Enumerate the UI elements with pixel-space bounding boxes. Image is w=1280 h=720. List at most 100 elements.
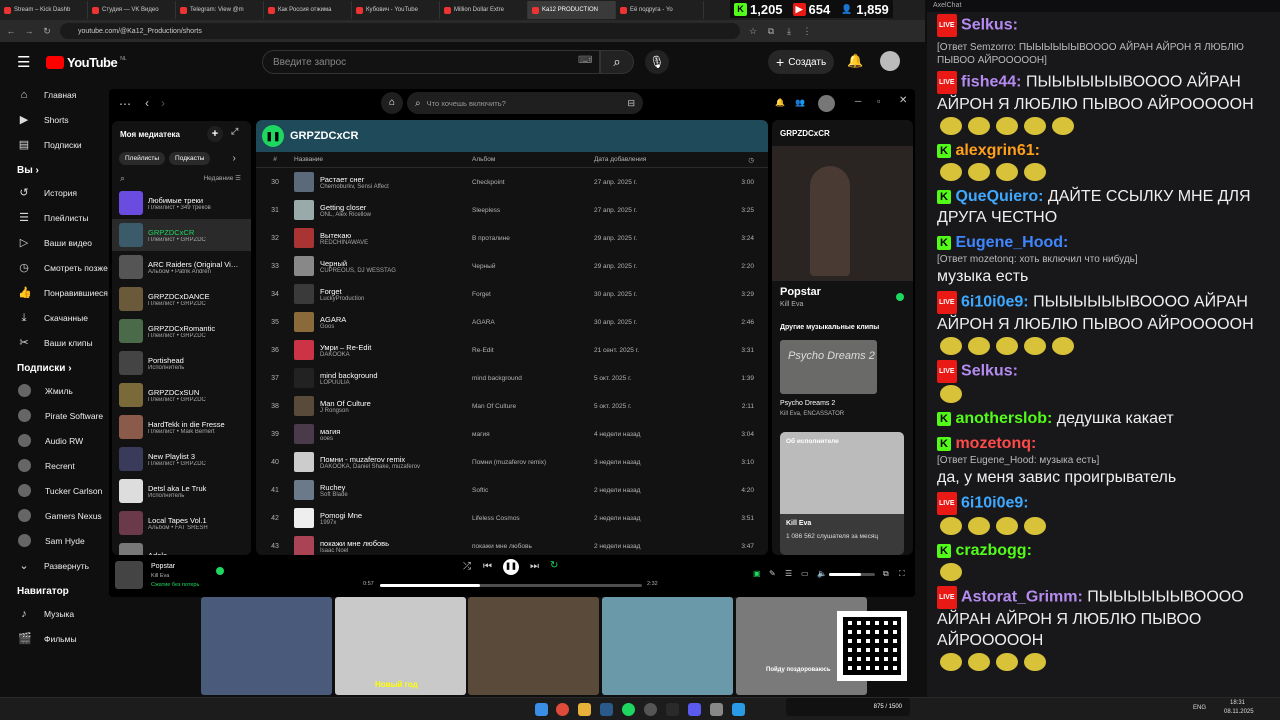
browse-icon[interactable]: ⊟ (627, 98, 635, 109)
track-album[interactable]: Softic (472, 487, 594, 494)
sidebar-item[interactable]: ▶ Shorts (0, 107, 110, 132)
hamburger-icon[interactable]: ☰ (17, 53, 30, 71)
library-item[interactable]: GRPZDCxDANCE Плейлист • GRPZDC (112, 283, 251, 315)
library-item[interactable]: ARC Raiders (Original Vi… Альбом • Patrik… (112, 251, 251, 283)
chat-username[interactable]: Astorat_Grimm: (961, 589, 1083, 606)
track-album[interactable]: Черный (472, 263, 594, 270)
chevron-right-icon[interactable]: › (232, 153, 235, 164)
back-icon[interactable]: ← (6, 26, 16, 36)
obs-icon[interactable] (644, 703, 657, 716)
clock-date[interactable]: 08.11.2025 (1224, 709, 1254, 715)
track-title[interactable]: Растает снег (320, 175, 472, 184)
search-icon[interactable]: ⌕ (600, 50, 634, 74)
star-icon[interactable]: ☆ (748, 26, 758, 37)
subscriptions-section-title[interactable]: Подписки › (0, 355, 110, 378)
bell-icon[interactable]: 🔔 (847, 53, 863, 69)
sidebar-item[interactable]: ▷ Ваши видео (0, 230, 110, 255)
track-row[interactable]: 38 Man Of Culture J Rongson Man Of Culture 5… (256, 392, 768, 420)
volume-icon[interactable]: 🔈 (817, 569, 827, 578)
shuffle-icon[interactable]: ⤮ (463, 561, 471, 572)
sidebar-item[interactable]: 👍 Понравившиеся (0, 280, 110, 305)
sidebar-item[interactable]: Жмиль (0, 378, 110, 403)
track-row[interactable]: 40 Помни - muzaferov remix DAKOOKA, Daniel… (256, 448, 768, 476)
clip-title[interactable]: Psycho Dreams 2 (780, 400, 835, 407)
sidebar-item[interactable]: Pirate Software (0, 403, 110, 428)
track-artist[interactable]: LuckyProduction (320, 296, 472, 302)
sort-dropdown[interactable]: Недавние ☰ (203, 174, 241, 182)
chat-username[interactable]: 6i10i0e9: (961, 495, 1029, 512)
short-thumbnail[interactable] (468, 597, 599, 695)
app-icon[interactable] (710, 703, 723, 716)
now-playing-title[interactable]: Popstar (780, 286, 821, 298)
track-title[interactable]: покажи мне любовь (320, 539, 472, 548)
more-icon[interactable]: ⋯ (119, 97, 131, 111)
track-artist[interactable]: Chernoburkv, Sensi Affect (320, 184, 472, 190)
browser-tab[interactable]: Кубович - YouTube (352, 1, 440, 19)
track-title[interactable]: Forget (320, 287, 472, 296)
track-title[interactable]: Вытекаю (320, 231, 472, 240)
track-row[interactable]: 32 Вытекаю REDCHINAWAVE В проталине 29 апр. … (256, 224, 768, 252)
discord-icon[interactable] (688, 703, 701, 716)
chat-username[interactable]: fishe44: (961, 74, 1021, 91)
player-artist[interactable]: Kill Eva (151, 573, 169, 579)
forward-icon[interactable]: › (161, 96, 165, 110)
track-album[interactable]: покажи мне любовь (472, 543, 594, 550)
notifications-icon[interactable]: 🔔 (775, 98, 785, 107)
track-row[interactable]: 36 Умри – Re-Edit DAKOOKA Re-Edit 21 сент. 2… (256, 336, 768, 364)
volume-slider[interactable] (829, 573, 875, 576)
library-title[interactable]: Моя медиатека (120, 130, 180, 139)
sidebar-item[interactable]: ⤓ Скачанные (0, 305, 110, 330)
track-artist[interactable]: ONL, Alex Ricellow (320, 212, 472, 218)
track-artist[interactable]: LOPUULIA (320, 380, 472, 386)
short-thumbnail[interactable] (201, 597, 332, 695)
track-title[interactable]: Умри – Re-Edit (320, 343, 472, 352)
chat-username[interactable]: QueQuiero: (955, 188, 1043, 205)
minimize-icon[interactable]: ─ (855, 96, 861, 106)
track-row[interactable]: 31 Getting closer ONL, Alex Ricellow Sleepl… (256, 196, 768, 224)
pause-button[interactable]: ❚❚ (262, 125, 284, 147)
fullscreen-icon[interactable]: ⛶ (899, 569, 905, 579)
sidebar-item[interactable]: ◷ Смотреть позже (0, 255, 110, 280)
expand-button[interactable]: ⌄ Развернуть (0, 553, 110, 578)
play-pause-button[interactable]: ❚❚ (503, 559, 519, 575)
track-row[interactable]: 33 Черный CUPREOUS, DJ WESSTAG Черный 29 апр… (256, 252, 768, 280)
sidebar-item[interactable]: ▤ Подписки (0, 132, 110, 157)
track-title[interactable]: AGARA (320, 315, 472, 324)
player-title[interactable]: Popstar (151, 563, 175, 570)
about-artist-card[interactable]: Об исполнителе Kill Eva 1 086 562 слушат… (780, 432, 904, 555)
spotify-icon[interactable] (622, 703, 635, 716)
you-section-title[interactable]: Вы › (0, 157, 110, 180)
microphone-icon[interactable]: 🎙 (645, 50, 669, 74)
player-cover[interactable] (115, 561, 143, 589)
steam-icon[interactable] (600, 703, 613, 716)
track-artist[interactable]: Goos (320, 324, 472, 330)
track-title[interactable]: Getting closer (320, 203, 472, 212)
track-title[interactable]: Man Of Culture (320, 399, 472, 408)
create-button[interactable]: + Создать (768, 50, 834, 74)
language-indicator[interactable]: ENG (1193, 705, 1206, 711)
track-title[interactable]: Pomogi Mne (320, 511, 472, 520)
browser-tab[interactable]: Её подруга - Yo (616, 1, 704, 19)
friends-icon[interactable]: 👥 (795, 98, 805, 107)
clip-thumbnail[interactable]: Psycho Dreams 2 (780, 340, 877, 394)
forward-icon[interactable]: → (24, 26, 34, 36)
menu-icon[interactable]: ⋮ (802, 26, 812, 37)
chat-username[interactable]: Eugene_Hood: (955, 234, 1068, 251)
extensions-icon[interactable]: ⧉ (766, 26, 776, 37)
filter-podcasts[interactable]: Подкасты (169, 151, 211, 165)
browser-tab[interactable]: Stream – Kick Dashb (0, 1, 88, 19)
library-item[interactable]: New Playlist 3 Плейлист • GRPZDC (112, 443, 251, 475)
track-row[interactable]: 41 Ruchey Soft Blade Softic 2 недели назад 4:… (256, 476, 768, 504)
track-title[interactable]: магия (320, 427, 472, 436)
create-playlist-icon[interactable]: + (207, 126, 223, 142)
library-item[interactable]: Portishead Исполнитель (112, 347, 251, 379)
sidebar-item[interactable]: ↺ История (0, 180, 110, 205)
track-row[interactable]: 43 покажи мне любовь Isaac Noel покажи мне … (256, 532, 768, 555)
telegram-icon[interactable] (732, 703, 745, 716)
keyboard-icon[interactable]: ⌨ (578, 55, 592, 66)
track-album[interactable]: магия (472, 431, 594, 438)
saved-check-icon[interactable] (896, 293, 904, 301)
track-album[interactable]: Checkpoint (472, 179, 594, 186)
track-artist[interactable]: Soft Blade (320, 492, 472, 498)
track-title[interactable]: Черный (320, 259, 472, 268)
